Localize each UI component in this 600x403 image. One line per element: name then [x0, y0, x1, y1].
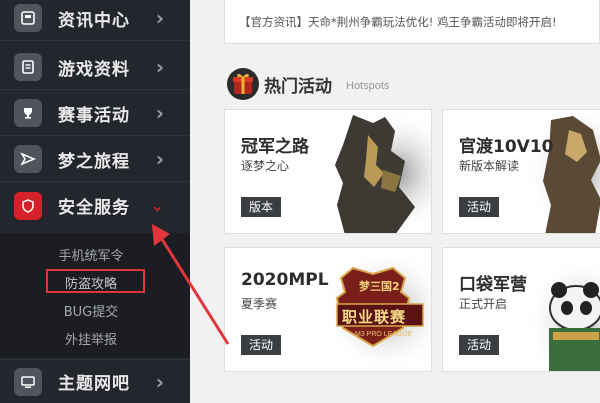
sidebar-item-events[interactable]: 赛事活动 ›	[0, 91, 190, 136]
section-title: 热门活动	[264, 77, 332, 97]
card-tag: 活动	[459, 335, 500, 355]
card-title: 冠军之路	[241, 137, 309, 157]
news-item[interactable]: 【官方资讯】天命*荆州争霸玩法优化! 鸡王争霸活动即将开启!	[239, 14, 557, 30]
activity-card[interactable]: 梦三国2 职业联赛 M3 PRO LEAGUE 2020MPL 夏季赛 活动	[224, 247, 432, 372]
sidebar-item-label: 梦之旅程	[58, 151, 130, 172]
sidebar-item-label: 赛事活动	[58, 105, 130, 126]
sidebar-item-news[interactable]: 资讯中心 ›	[0, 0, 190, 41]
sidebar-item-journey[interactable]: 梦之旅程 ›	[0, 137, 190, 182]
chevron-right-icon: ›	[155, 6, 164, 30]
sidebar-item-label: 资讯中心	[58, 10, 130, 31]
section-subtitle: Hotspots	[346, 80, 390, 92]
sidebar-item-label: 游戏资料	[58, 59, 130, 80]
card-tag: 活动	[241, 335, 282, 355]
chevron-down-icon: ⌄	[150, 196, 164, 215]
document-icon	[14, 53, 42, 81]
sidebar-item-theme-cafe[interactable]: 主题网吧 ›	[0, 359, 190, 403]
highlight-annotation-box	[46, 269, 145, 293]
activity-card[interactable]: 口袋军营 正式开启 活动	[442, 247, 600, 372]
card-subtitle: 夏季赛	[241, 297, 278, 311]
activity-card[interactable]: 冠军之路 逐梦之心 版本	[224, 109, 432, 234]
card-title: 2020MPL	[241, 270, 329, 290]
news-icon	[14, 4, 42, 32]
trophy-icon	[14, 99, 42, 127]
sidebar-item-label: 安全服务	[58, 198, 130, 218]
card-title: 官渡10V10	[459, 137, 554, 157]
activity-card[interactable]: 官渡10V10 新版本解读 活动	[442, 109, 600, 234]
shield-icon	[14, 191, 42, 220]
chevron-right-icon: ›	[155, 369, 164, 394]
news-list: 【官方资讯】天命*荆州争霸玩法优化! 鸡王争霸活动即将开启!	[224, 0, 600, 44]
sidebar-item-label: 主题网吧	[58, 374, 130, 394]
mpl-logo-small-text: M3 PRO LEAGUE	[355, 331, 413, 338]
sidebar-item-game-info[interactable]: 游戏资料 ›	[0, 45, 190, 90]
chevron-right-icon: ›	[155, 101, 164, 125]
annotation-arrow	[152, 224, 230, 345]
gift-icon	[227, 68, 259, 100]
monitor-icon	[14, 367, 42, 396]
mpl-logo-text: 职业联赛	[342, 308, 407, 326]
card-title: 口袋军营	[459, 275, 527, 295]
card-tag: 版本	[241, 197, 282, 217]
send-icon	[14, 145, 42, 173]
card-subtitle: 逐梦之心	[241, 159, 290, 173]
mpl-logo-top-text: 梦三国2	[359, 280, 400, 293]
chevron-right-icon: ›	[155, 55, 164, 79]
card-subtitle: 正式开启	[459, 297, 508, 311]
card-subtitle: 新版本解读	[459, 159, 520, 173]
chevron-right-icon: ›	[155, 147, 164, 171]
card-tag: 活动	[459, 197, 500, 217]
